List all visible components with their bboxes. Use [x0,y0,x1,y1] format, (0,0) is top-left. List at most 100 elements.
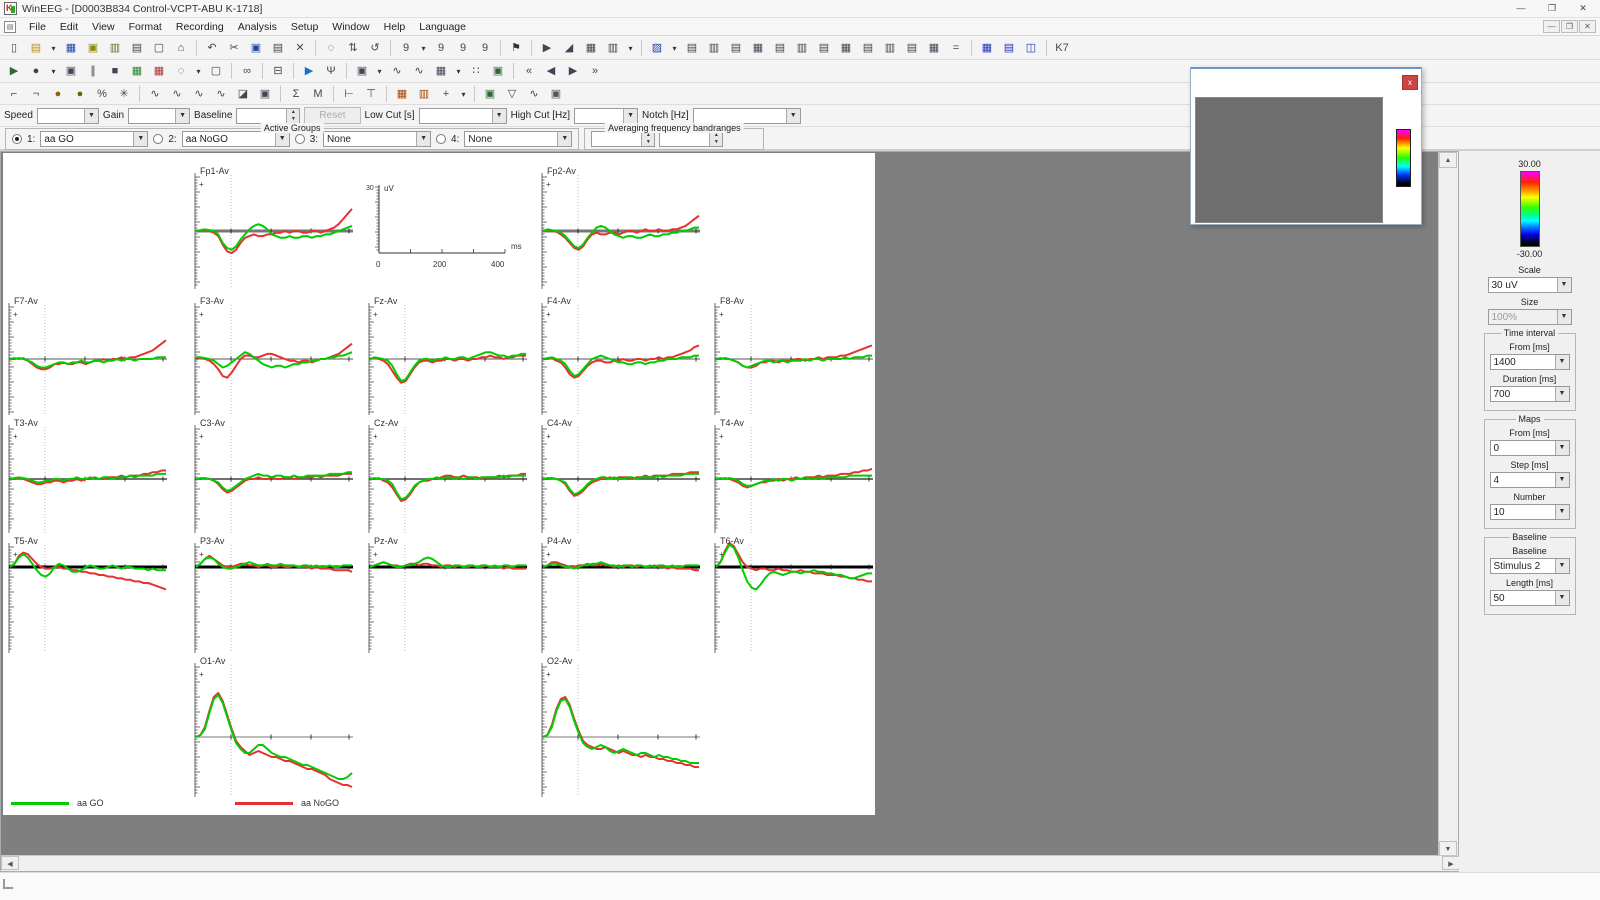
menu-setup[interactable]: Setup [284,19,325,35]
menu-language[interactable]: Language [412,19,473,35]
chevron-down-icon[interactable]: ▼ [1555,591,1569,605]
chevron-down-icon[interactable]: ▼ [84,109,98,123]
group-4-radio[interactable] [436,134,446,144]
group-3-radio[interactable] [295,134,305,144]
chevron-down-icon[interactable]: ▼ [557,132,571,146]
cursor-left-icon[interactable]: ⊢ [339,85,359,103]
report-9-icon[interactable]: ▤ [858,39,878,57]
chevron-down-icon[interactable]: ▼ [623,109,637,123]
marker-back-icon[interactable]: 9 [396,39,416,57]
crosshair-icon[interactable]: + [436,85,456,103]
report-8-icon[interactable]: ▦ [836,39,856,57]
marker-dropdown-icon[interactable]: ▾ [418,39,429,57]
group-1-radio[interactable] [12,134,22,144]
chevron-down-icon[interactable]: ▼ [1557,310,1571,324]
lightning-icon[interactable]: ∿ [524,85,544,103]
events-dropdown-icon[interactable]: ▾ [374,62,385,80]
map-grid-icon[interactable]: ▦ [392,85,412,103]
zoom-icon[interactable]: ◌ [171,62,191,80]
chevron-down-icon[interactable]: ▼ [133,132,147,146]
menu-analysis[interactable]: Analysis [231,19,284,35]
spin-down-icon[interactable]: ▼ [642,139,654,146]
refresh-icon[interactable]: ↺ [365,39,385,57]
report-11-icon[interactable]: ▤ [902,39,922,57]
report-7-icon[interactable]: ▤ [814,39,834,57]
report-3-icon[interactable]: ▤ [726,39,746,57]
time-from-select[interactable]: 1400▼ [1490,354,1570,370]
last-page-icon[interactable]: » [585,62,605,80]
montage-red-icon[interactable]: ▦ [149,62,169,80]
chevron-down-icon[interactable]: ▼ [1555,505,1569,519]
pause-icon[interactable]: ∥ [83,62,103,80]
next-page-icon[interactable]: ▶ [563,62,583,80]
menu-file[interactable]: File [22,19,53,35]
spectrum-1-icon[interactable]: ∿ [145,85,165,103]
cut-icon[interactable]: ✂ [224,39,244,57]
chevron-down-icon[interactable]: ▼ [1555,473,1569,487]
marker-bulb-2-icon[interactable]: ● [70,85,90,103]
copy-selection-icon[interactable]: ▣ [61,62,81,80]
horizontal-scrollbar[interactable]: ◀ ▶ [1,855,1460,871]
low-cut-select[interactable]: ▼ [419,108,507,124]
list-blue-icon[interactable]: ▤ [999,39,1019,57]
menu-window[interactable]: Window [325,19,376,35]
menu-format[interactable]: Format [122,19,169,35]
child-restore-icon[interactable]: ❐ [1561,20,1578,33]
jump-icon[interactable]: ▶ [299,62,319,80]
spectrum-3-icon[interactable]: ∿ [189,85,209,103]
find-icon[interactable]: ◌ [321,39,341,57]
report-10-icon[interactable]: ▥ [880,39,900,57]
restore-icon[interactable]: ❐ [1538,1,1566,16]
play-icon[interactable]: ▶ [4,62,24,80]
duration-select[interactable]: 700▼ [1490,386,1570,402]
high-cut-select[interactable]: ▼ [574,108,638,124]
crosshair-dropdown-icon[interactable]: ▾ [458,85,469,103]
spectra-table-icon[interactable]: ▦ [581,39,601,57]
undo-icon[interactable]: ↶ [202,39,222,57]
group-4-select[interactable]: None▼ [464,131,572,147]
map-grid-2-icon[interactable]: ▥ [414,85,434,103]
percent-icon[interactable]: % [92,85,112,103]
segments-icon[interactable]: ▦ [431,62,451,80]
report-4-icon[interactable]: ▦ [748,39,768,57]
open-dropdown-icon[interactable]: ▾ [48,39,59,57]
copy-icon[interactable]: ▣ [246,39,266,57]
print-icon[interactable]: ▤ [127,39,147,57]
record-icon[interactable]: ● [26,62,46,80]
cursor-top-icon[interactable]: ⊤ [361,85,381,103]
spectrum-2-icon[interactable]: ∿ [167,85,187,103]
paste-icon[interactable]: ▤ [268,39,288,57]
maps-number-select[interactable]: 10▼ [1490,504,1570,520]
save-icon[interactable]: ▦ [61,39,81,57]
maps-from-select[interactable]: 0▼ [1490,440,1570,456]
map-fill-icon[interactable]: ◪ [233,85,253,103]
baseline-length-select[interactable]: 50▼ [1490,590,1570,606]
corner-right-icon[interactable]: ¬ [26,85,46,103]
chevron-down-icon[interactable]: ▼ [275,132,289,146]
chevron-down-icon[interactable]: ▼ [1557,278,1571,292]
chevron-down-icon[interactable]: ▼ [786,109,800,123]
scroll-up-icon[interactable]: ▲ [1439,152,1457,168]
cursor-icon[interactable]: ▶ [537,39,557,57]
group-3-select[interactable]: None▼ [323,131,431,147]
spectra-grid-icon[interactable]: ▥ [603,39,623,57]
zoom-dropdown-icon[interactable]: ▾ [193,62,204,80]
report-6-icon[interactable]: ▥ [792,39,812,57]
settings-icon[interactable]: ✳ [114,85,134,103]
group-2-select[interactable]: aa NoGO▼ [182,131,290,147]
table-blue-icon[interactable]: ▦ [977,39,997,57]
prev-page-icon[interactable]: ◀ [541,62,561,80]
close-icon[interactable]: x [1402,75,1418,90]
print-preview-icon[interactable]: ▢ [149,39,169,57]
spectra-dropdown-icon[interactable]: ▾ [625,39,636,57]
gain-select[interactable]: ▼ [128,108,190,124]
sum-icon[interactable]: Σ [286,85,306,103]
wedge-icon[interactable]: ◢ [559,39,579,57]
baseline-stepper[interactable]: ▲▼ [236,108,300,124]
first-page-icon[interactable]: « [519,62,539,80]
marker-set-icon[interactable]: 9 [453,39,473,57]
dots-icon[interactable]: ∷ [466,62,486,80]
wave-2-icon[interactable]: ∿ [409,62,429,80]
chevron-down-icon[interactable]: ▼ [492,109,506,123]
chevron-down-icon[interactable]: ▼ [175,109,189,123]
